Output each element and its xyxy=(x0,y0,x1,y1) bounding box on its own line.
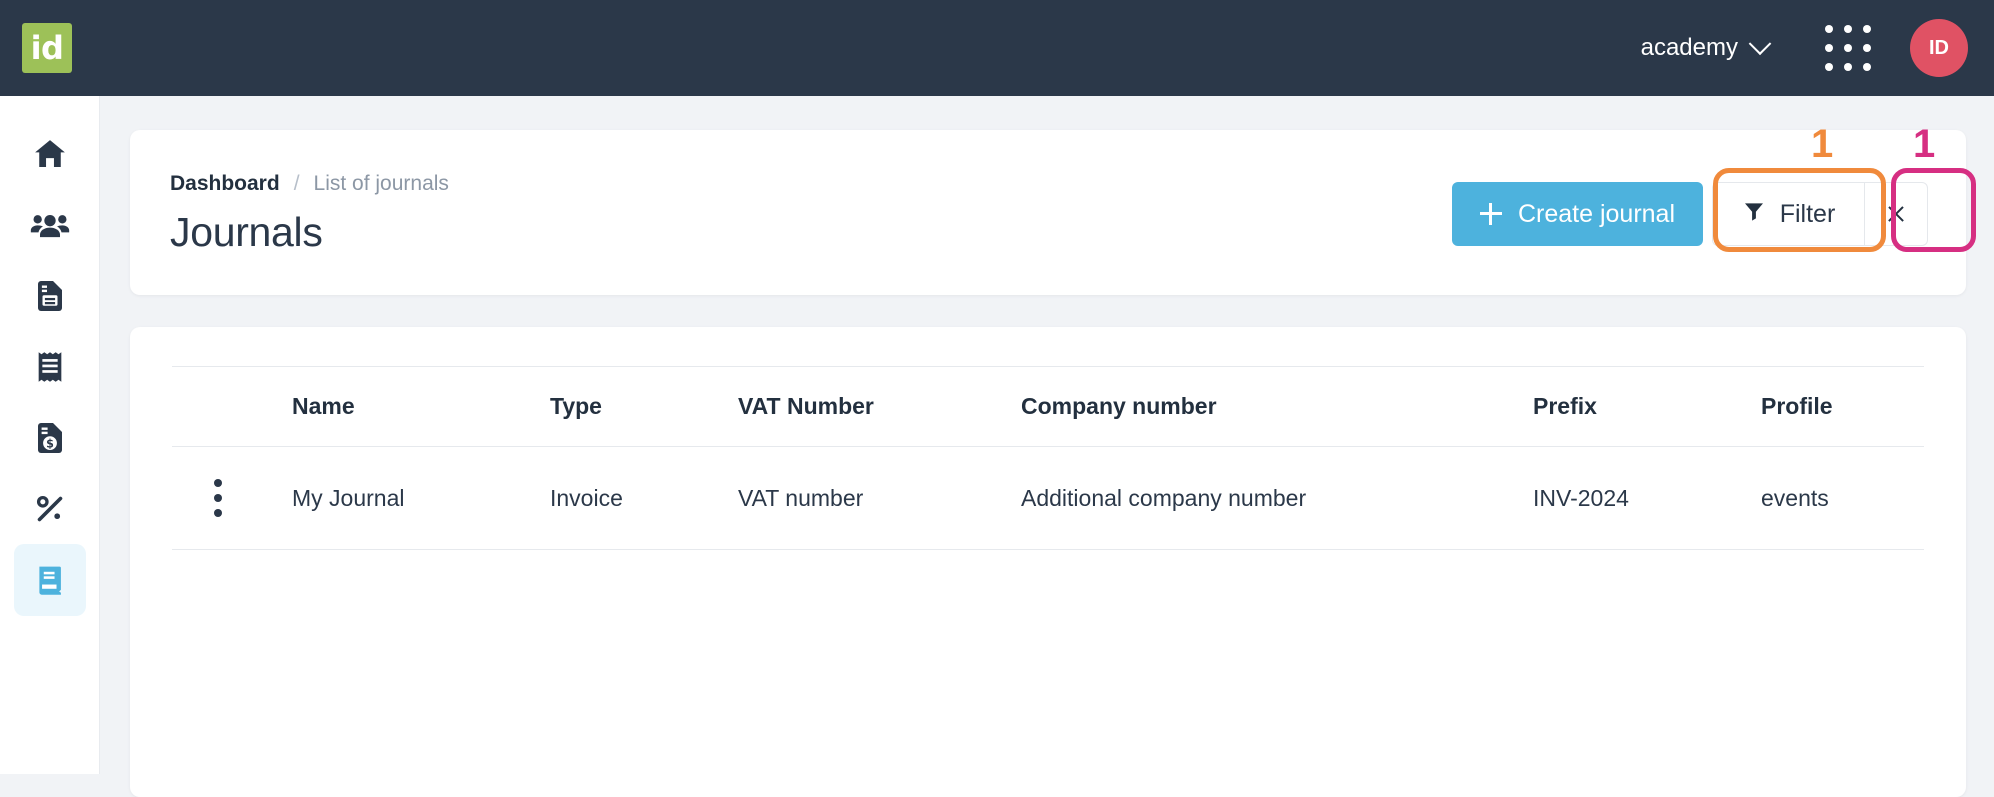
column-header-prefix: Prefix xyxy=(1533,366,1761,447)
main-content: Dashboard / List of journals Journals Cr… xyxy=(100,96,1994,797)
table-row: My Journal Invoice VAT number Additional… xyxy=(172,446,1924,550)
filter-button[interactable]: Filter xyxy=(1712,182,1864,246)
sidebar-item-contacts[interactable] xyxy=(14,189,86,261)
sidebar-item-documents[interactable] xyxy=(14,260,86,332)
org-name-label: academy xyxy=(1640,34,1738,61)
sidebar-item-invoices[interactable]: $ xyxy=(14,402,86,474)
row-type: Invoice xyxy=(550,446,738,550)
percent-icon xyxy=(32,491,68,527)
row-prefix: INV-2024 xyxy=(1533,446,1761,550)
breadcrumb: Dashboard / List of journals xyxy=(170,172,449,196)
svg-text:$: $ xyxy=(46,438,54,451)
table-header-row: Name Type VAT Number Company number Pref… xyxy=(172,366,1924,447)
sidebar-item-receipts[interactable] xyxy=(14,331,86,403)
breadcrumb-current: List of journals xyxy=(313,172,449,195)
page-title: Journals xyxy=(170,209,323,255)
funnel-icon xyxy=(1742,199,1766,230)
breadcrumb-separator: / xyxy=(293,172,300,195)
org-switcher[interactable]: academy xyxy=(1633,24,1776,72)
row-company-number: Additional company number xyxy=(1021,446,1533,550)
column-header-company: Company number xyxy=(1021,366,1533,447)
filter-label: Filter xyxy=(1779,199,1836,228)
column-header-vat: VAT Number xyxy=(738,366,1021,447)
avatar-initials: ID xyxy=(1929,36,1949,59)
apps-grid-icon[interactable] xyxy=(1820,20,1876,76)
column-header-menu xyxy=(172,366,292,447)
app-logo[interactable]: id xyxy=(22,23,72,73)
page-header-card: Dashboard / List of journals Journals Cr… xyxy=(130,130,1966,295)
close-icon xyxy=(1886,204,1906,224)
plus-icon xyxy=(1479,203,1502,225)
journals-list-card: Name Type VAT Number Company number Pref… xyxy=(130,327,1966,797)
page-header-actions: Create journal Filter xyxy=(1451,182,1928,246)
app-logo-text: id xyxy=(30,29,64,67)
column-header-profile: Profile xyxy=(1761,366,1924,447)
row-menu-cell xyxy=(172,446,292,550)
sidebar-item-taxes[interactable] xyxy=(14,473,86,545)
journals-table: Name Type VAT Number Company number Pref… xyxy=(172,366,1924,550)
top-bar: id academy ID xyxy=(0,0,1994,96)
chevron-down-icon xyxy=(1748,32,1772,56)
sidebar: $ xyxy=(0,96,100,774)
avatar[interactable]: ID xyxy=(1910,19,1968,77)
book-icon xyxy=(33,563,67,597)
clear-filter-button[interactable] xyxy=(1864,182,1928,246)
sidebar-item-journals[interactable] xyxy=(14,544,86,616)
kebab-menu-icon[interactable] xyxy=(214,479,222,517)
row-vat-number: VAT number xyxy=(738,446,1021,550)
breadcrumb-dashboard-link[interactable]: Dashboard xyxy=(170,172,280,196)
document-icon xyxy=(32,278,68,314)
row-profile: events xyxy=(1761,446,1924,550)
invoice-icon: $ xyxy=(32,420,68,456)
people-icon xyxy=(30,205,70,245)
home-icon xyxy=(31,135,69,173)
create-journal-button[interactable]: Create journal xyxy=(1451,182,1703,246)
receipt-icon xyxy=(33,350,67,384)
top-bar-right-group: academy ID xyxy=(1633,0,1968,96)
create-journal-label: Create journal xyxy=(1517,199,1675,228)
row-name-link[interactable]: My Journal xyxy=(292,446,550,550)
sidebar-item-home[interactable] xyxy=(14,118,86,190)
column-header-type: Type xyxy=(550,366,738,447)
column-header-name: Name xyxy=(292,366,550,447)
